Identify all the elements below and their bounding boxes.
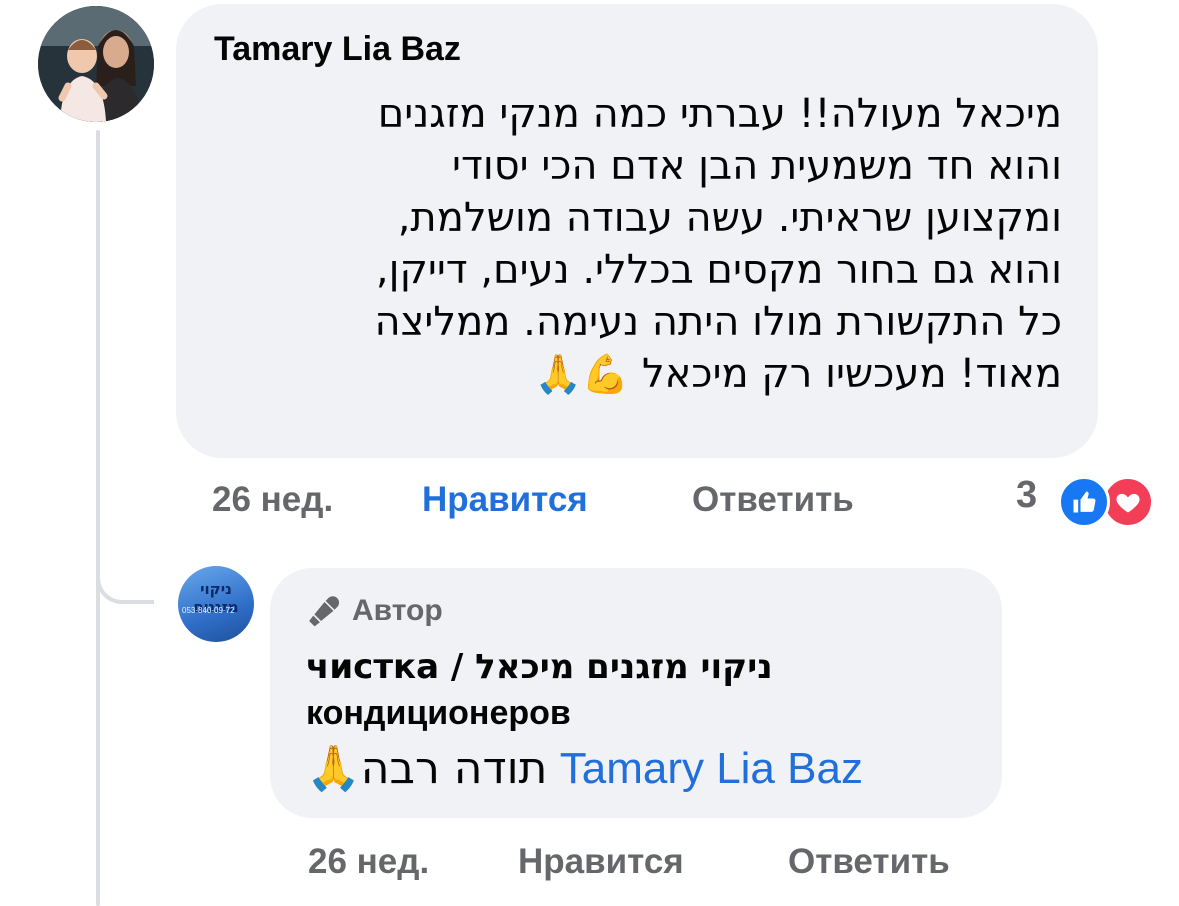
- comment-line: והוא גם בחור מקסים בכללי. נעים, דייקן,: [375, 247, 1062, 293]
- commenter-avatar[interactable]: [38, 6, 154, 122]
- comment-timestamp[interactable]: 26 нед.: [212, 480, 333, 520]
- reply-connector: [96, 540, 154, 604]
- reply-author-name[interactable]: ניקוי מזגנים מיכאל / чистка кондиционеро…: [306, 644, 773, 736]
- comment-emojis: 💪🙏: [534, 352, 630, 396]
- like-icon[interactable]: [1058, 476, 1110, 528]
- comment-like-button[interactable]: Нравится: [422, 480, 588, 520]
- comment-author-name[interactable]: Tamary Lia Baz: [214, 30, 461, 69]
- comment-reply-button[interactable]: Ответить: [692, 480, 854, 520]
- author-badge: Автор: [306, 592, 443, 630]
- reaction-count[interactable]: 3: [1016, 474, 1037, 517]
- avatar-photo: [38, 6, 154, 122]
- reply-text: 🙏תודה רבה Tamary Lia Baz: [306, 742, 863, 794]
- comment-line: כל התקשורת מולו היתה נעימה. ממליצה: [374, 299, 1062, 345]
- reply-emoji: 🙏: [306, 744, 361, 793]
- reply-reply-button[interactable]: Ответить: [788, 842, 950, 882]
- reply-text-body: תודה רבה: [360, 743, 548, 794]
- comment-line: ומקצוען שראיתי. עשה עבודה מושלמת,: [397, 195, 1062, 241]
- mention-link[interactable]: Tamary Lia Baz: [560, 744, 863, 793]
- reply-author-line: ניקוי מזגנים מיכאל / чистка: [306, 647, 773, 687]
- author-badge-label: Автор: [352, 594, 443, 627]
- thread-line: [96, 130, 100, 906]
- microphone-icon: [309, 596, 340, 627]
- comment-line-text: מאוד! מעכשיו רק מיכאל: [641, 351, 1062, 397]
- page-avatar[interactable]: ניקוי מזגנים 053-840-09-72: [178, 566, 254, 642]
- page-avatar-phone: 053-840-09-72: [182, 606, 235, 615]
- reply-like-button[interactable]: Нравится: [518, 842, 684, 882]
- comment-line: מיכאל מעולה!! עברתי כמה מנקי מזגנים: [377, 91, 1062, 137]
- reply-author-line: кондиционеров: [306, 694, 571, 732]
- reply-timestamp[interactable]: 26 нед.: [308, 842, 429, 882]
- comment-line: מאוד! מעכשיו רק מיכאל 💪🙏: [200, 348, 1062, 400]
- comment-text: מיכאל מעולה!! עברתי כמה מנקי מזגנים והוא…: [200, 88, 1062, 400]
- comment-line: והוא חד משמעית הבן אדם הכי יסודי: [452, 143, 1062, 189]
